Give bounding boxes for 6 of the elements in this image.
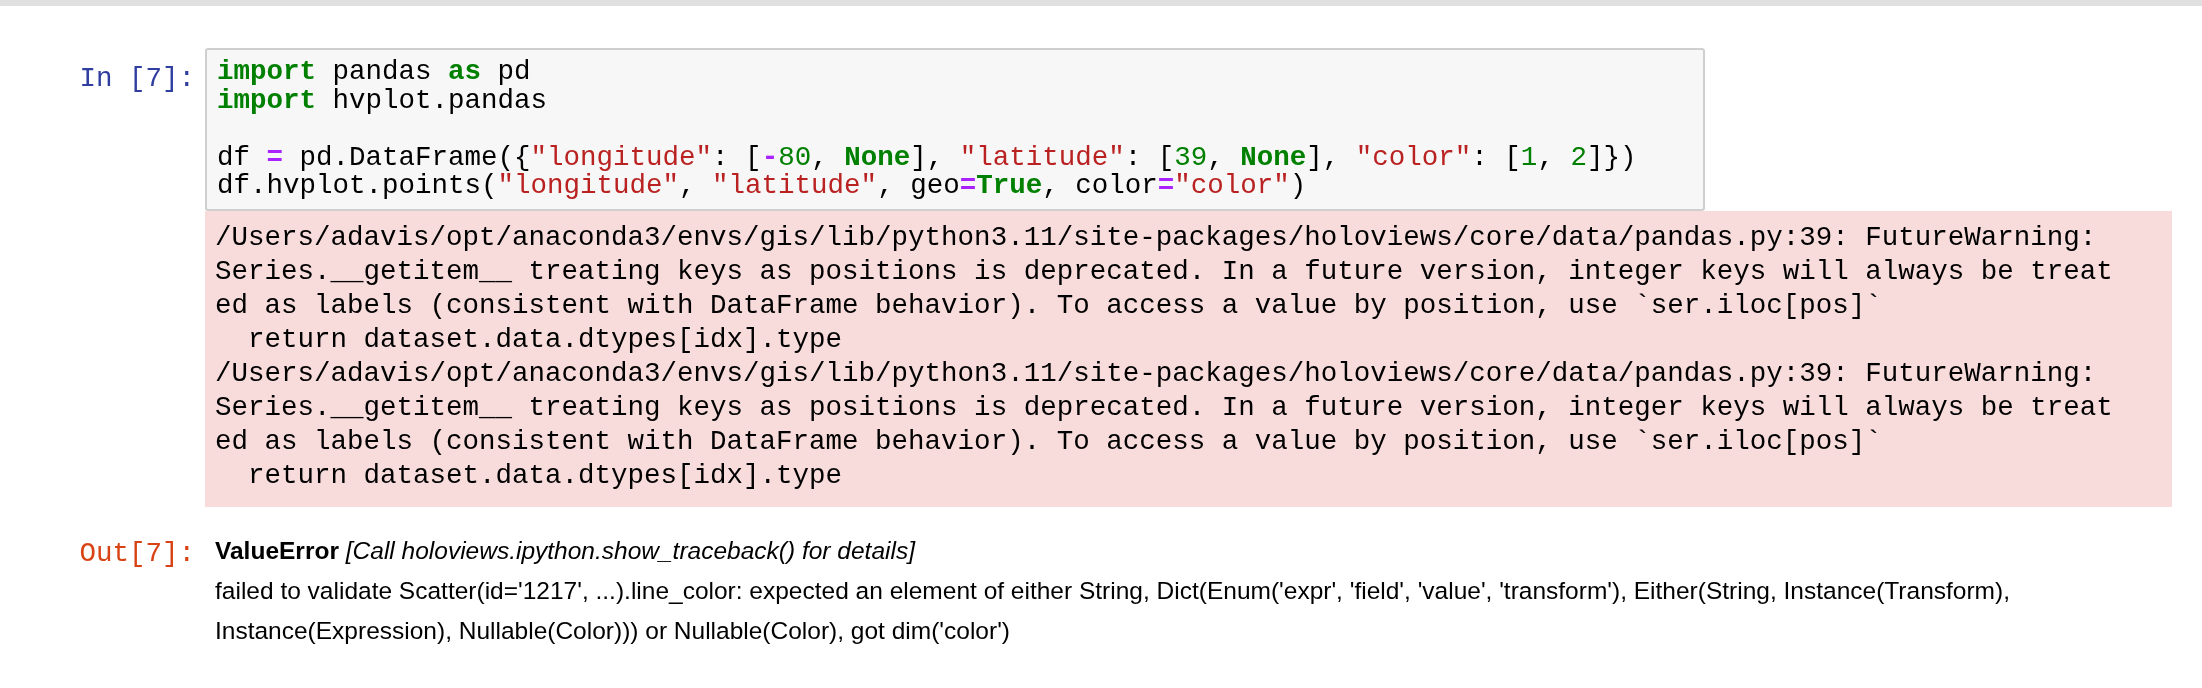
warning-output: /Users/adavis/opt/anaconda3/envs/gis/lib/python3.11/site-packages/holoviews/core/data/pandas.py:39: FutureWarning: Series.__getitem__ treating keys as positions is deprecated. In a future version, integer keys will always be treat ed as labels (consistent with DataFrame behavior). To access a value by position, use `ser.iloc[pos]` return dataset.data.dtypes[idx].type /Users/adavis/opt/anaconda3/envs/gis/lib/python3.11/site-packages/holoviews/core/data/pandas.py:39: FutureWarning: Series.__getitem__ treating keys as positions is deprecated. In a future version, integer keys will always be treat ed as labels (consistent with DataFrame behavior). To access a value by position, use `ser.iloc[pos]` return dataset.data.dtypes[idx].type	[205, 210, 2172, 507]
code-editor[interactable]: import pandas as pd import hvplot.pandas df = pd.DataFrame({"longitude": [-80, None], "latitude": [39, None], "color": [1, 2]}) df.hvplot.points("longitude", "latitude", geo=True, color="color")	[205, 48, 1705, 211]
output-prompt: Out[7]:	[79, 537, 195, 569]
input-prompt: In [7]:	[79, 63, 195, 94]
error-heading: ValueError [Call holoviews.ipython.show_traceback() for details]	[215, 535, 917, 566]
error-message: failed to validate Scatter(id='1217', ...).line_color: expected an element of either String, Dict(Enum('expr', 'field', 'value', 'transform'), Either(String, Instance(Transform), Instance(Expression), Nullable(Color))) or Nullable(Color), got dim('color')	[215, 576, 2011, 647]
